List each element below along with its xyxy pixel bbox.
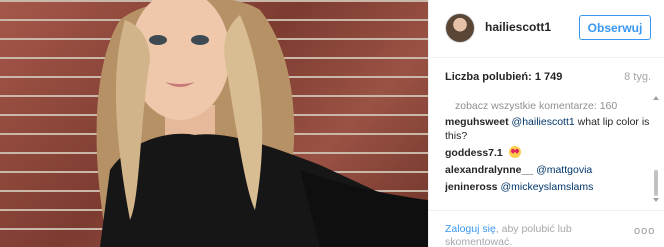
view-all-comments-link[interactable]: zobacz wszystkie komentarze: 160 bbox=[445, 99, 651, 115]
comment-mention[interactable]: @mickeyslamslams bbox=[500, 181, 593, 193]
comment-author[interactable]: jenineross bbox=[445, 181, 498, 193]
comment-author[interactable]: meguhsweet bbox=[445, 116, 509, 128]
scroll-thumb[interactable] bbox=[654, 170, 658, 196]
comment-mention[interactable]: @mattgovia bbox=[536, 164, 592, 176]
avatar[interactable] bbox=[445, 13, 475, 43]
username-link[interactable]: hailiescott1 bbox=[485, 20, 551, 34]
login-link[interactable]: Zaloguj się bbox=[445, 223, 496, 235]
comments-scrollbar[interactable] bbox=[651, 94, 661, 204]
post-timestamp[interactable]: 8 tyg. bbox=[624, 71, 651, 83]
list-item: goddess7.1 bbox=[445, 146, 651, 160]
likes-count[interactable]: Liczba polubień: 1 749 bbox=[445, 71, 562, 83]
scroll-down-arrow-icon[interactable] bbox=[653, 198, 659, 202]
heart-eyes-emoji-icon bbox=[508, 146, 521, 158]
post-header: hailiescott1 Obserwuj bbox=[429, 0, 664, 58]
comment-mention[interactable]: @hailiescott1 bbox=[512, 116, 575, 128]
follow-button[interactable]: Obserwuj bbox=[579, 15, 651, 40]
more-options-icon[interactable]: ooo bbox=[634, 225, 655, 237]
list-item: jenineross @mickeyslamslams bbox=[445, 180, 651, 194]
comment-author[interactable]: goddess7.1 bbox=[445, 147, 503, 159]
comment-author[interactable]: alexandralynne__ bbox=[445, 164, 533, 176]
post-photo bbox=[0, 0, 428, 247]
photo-illustration bbox=[96, 0, 428, 247]
post-sidebar: hailiescott1 Obserwuj Liczba polubień: 1… bbox=[428, 0, 664, 247]
post-footer: Zaloguj się, aby polubić lub skomentować… bbox=[429, 210, 664, 247]
likes-row: Liczba polubień: 1 749 8 tyg. bbox=[445, 71, 651, 85]
login-prompt: Zaloguj się, aby polubić lub skomentować… bbox=[445, 223, 595, 247]
scroll-up-arrow-icon[interactable] bbox=[653, 96, 659, 100]
comments-list: zobacz wszystkie komentarze: 160 meguhsw… bbox=[445, 96, 651, 226]
list-item: meguhsweet @hailiescott1 what lip color … bbox=[445, 115, 651, 143]
list-item: alexandralynne__ @mattgovia bbox=[445, 163, 651, 177]
